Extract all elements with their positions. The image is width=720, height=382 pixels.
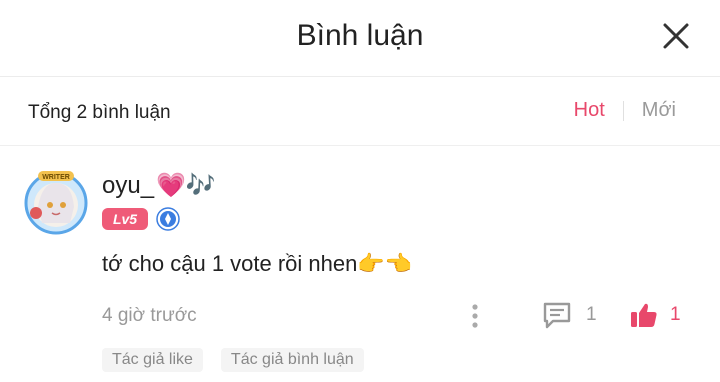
comment-tags: Tác giả like Tác giả bình luận [102,348,382,372]
username-text: oyu_ [102,171,155,199]
like-button[interactable]: 1 [630,301,681,329]
comment-timestamp: 4 giờ trước [102,305,197,326]
avatar[interactable]: WRITER [22,167,90,235]
sort-new-tab[interactable]: Mới [642,99,676,122]
more-vertical-icon[interactable] [470,303,480,329]
sort-divider [622,100,624,121]
tag-author-comment: Tác giả bình luận [220,348,364,372]
vip-badge-icon [156,207,180,231]
avatar-writer-badge: WRITER [42,174,70,181]
user-badges: Lv5 [102,207,180,231]
like-count: 1 [670,304,681,325]
reply-icon [543,302,571,329]
comment-item: WRITER oyu_ 💗🎶 Lv5 tớ cho cậu 1 vote rồi… [0,147,720,382]
page-title: Bình luận [296,19,424,52]
thumbs-up-icon [631,303,657,327]
comment-summary-bar: Tổng 2 bình luận Hot Mới [0,78,720,146]
tag-author-like: Tác giả like [102,348,203,372]
comment-text: tớ cho cậu 1 vote rồi nhen👉👈 [102,251,413,276]
username[interactable]: oyu_ 💗🎶 [102,171,216,200]
username-emoji: 💗🎶 [156,172,216,199]
reply-count: 1 [586,304,597,325]
sort-hot-tab[interactable]: Hot [574,99,605,122]
comment-total: Tổng 2 bình luận [28,102,171,123]
reply-button[interactable]: 1 [542,301,597,329]
level-badge: Lv5 [102,208,148,230]
sort-tabs: Hot Mới [574,99,676,122]
modal-header: Bình luận [0,0,720,77]
close-icon[interactable] [662,22,690,50]
